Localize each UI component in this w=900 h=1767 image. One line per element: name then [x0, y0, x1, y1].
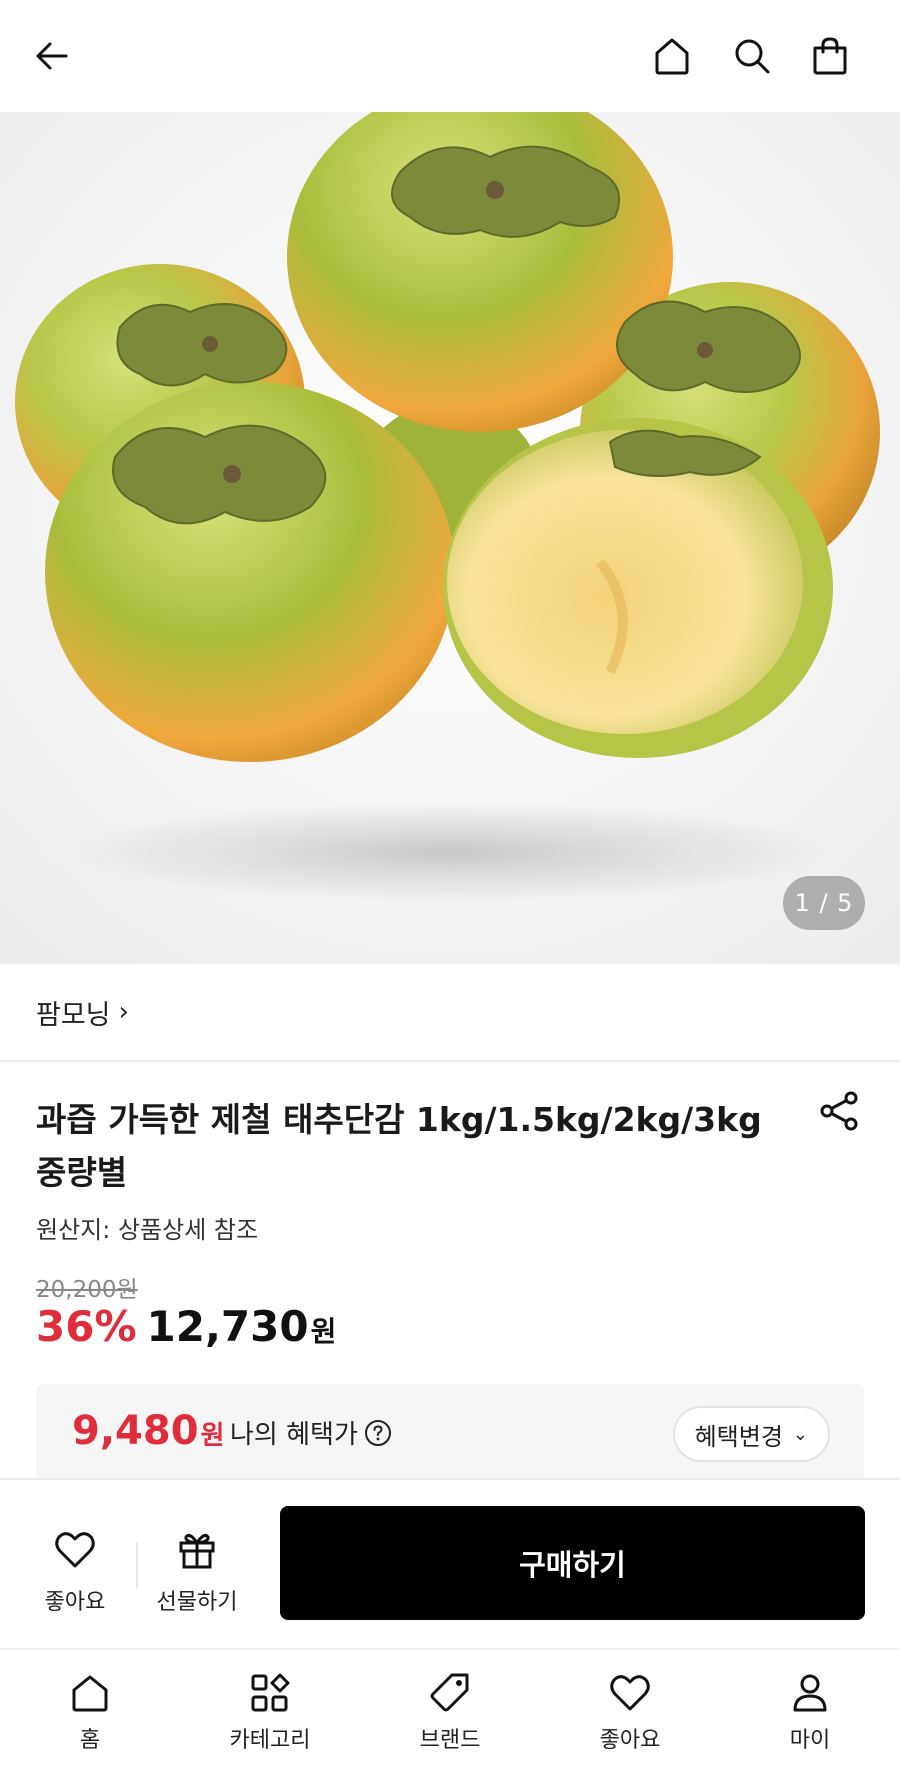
- cart-button[interactable]: [798, 24, 862, 88]
- benefit-price-value: 9,480: [72, 1408, 199, 1454]
- share-icon: [820, 1091, 858, 1131]
- brand-name: 팜모닝: [36, 999, 111, 1031]
- nav-item-category[interactable]: 카테고리: [200, 1670, 340, 1766]
- help-icon[interactable]: [364, 1419, 392, 1447]
- divider: [136, 1542, 138, 1588]
- benefit-price-unit: 원: [200, 1421, 225, 1451]
- nav-label-likes: 좋아요: [599, 1728, 661, 1753]
- nav-label-brand: 브랜드: [419, 1728, 481, 1753]
- home-icon: [655, 38, 689, 75]
- nav-item-brand[interactable]: 브랜드: [380, 1670, 520, 1766]
- share-button[interactable]: [812, 1084, 866, 1138]
- search-button[interactable]: [720, 24, 784, 88]
- chevron-right-icon: ›: [118, 997, 129, 1027]
- brand-link[interactable]: 팜모닝 ›: [0, 964, 900, 1062]
- nav-label-category: 카테고리: [229, 1728, 311, 1753]
- gift-icon: [179, 1534, 215, 1569]
- origin-info: 원산지: 상품상세 참조: [36, 1210, 258, 1245]
- benefit-change-label: 혜택변경: [694, 1422, 783, 1451]
- benefit-box: 9,480 원 나의 혜택가 혜택변경 ⌄: [36, 1384, 864, 1484]
- search-icon: [735, 39, 770, 74]
- tag-icon: [430, 1673, 469, 1712]
- heart-icon: [610, 1675, 650, 1711]
- benefit-label: 나의 혜택가: [230, 1420, 358, 1450]
- benefit-price: 9,480 원: [72, 1408, 224, 1454]
- heart-icon: [55, 1532, 95, 1568]
- product-image-gallery[interactable]: 1 / 5: [0, 112, 900, 964]
- chevron-down-icon: ⌄: [792, 1423, 808, 1445]
- original-price: 20,200원: [36, 1277, 138, 1303]
- sale-price: 12,730: [146, 1302, 309, 1351]
- nav-item-home[interactable]: 홈: [20, 1670, 160, 1766]
- home-button[interactable]: [640, 24, 704, 88]
- price-row: 36% 12,730 원: [36, 1302, 336, 1351]
- category-icon: [251, 1673, 290, 1712]
- nav-label-my: 마이: [789, 1728, 831, 1753]
- bottom-navigation: 홈 카테고리 브랜드 좋아요 마이: [0, 1648, 900, 1767]
- gift-label: 선물하기: [156, 1590, 238, 1615]
- nav-label-home: 홈: [79, 1728, 101, 1753]
- home-icon: [72, 1675, 108, 1712]
- like-label: 좋아요: [44, 1590, 106, 1615]
- back-button[interactable]: [20, 24, 84, 88]
- buy-button[interactable]: 구매하기: [280, 1506, 865, 1620]
- like-button[interactable]: 좋아요: [20, 1526, 130, 1626]
- image-counter: 1 / 5: [783, 876, 865, 930]
- purchase-action-bar: 좋아요 선물하기 구매하기: [0, 1478, 900, 1648]
- gift-button[interactable]: 선물하기: [142, 1526, 252, 1626]
- benefit-label-group: 나의 혜택가: [230, 1414, 392, 1451]
- arrow-left-icon: [36, 42, 68, 70]
- price-unit: 원: [310, 1315, 337, 1348]
- nav-item-likes[interactable]: 좋아요: [560, 1670, 700, 1766]
- origin-label: 원산지:: [36, 1216, 111, 1244]
- benefit-change-button[interactable]: 혜택변경 ⌄: [672, 1406, 830, 1462]
- top-header: [0, 0, 900, 112]
- nav-item-my[interactable]: 마이: [740, 1670, 880, 1766]
- discount-rate: 36%: [36, 1302, 137, 1351]
- product-title: 과즙 가득한 제철 태추단감 1kg/1.5kg/2kg/3kg 중량별: [36, 1100, 762, 1192]
- user-icon: [793, 1674, 827, 1712]
- shopping-bag-icon: [813, 37, 847, 75]
- product-photo: [0, 112, 900, 964]
- origin-value: 상품상세 참조: [110, 1216, 259, 1244]
